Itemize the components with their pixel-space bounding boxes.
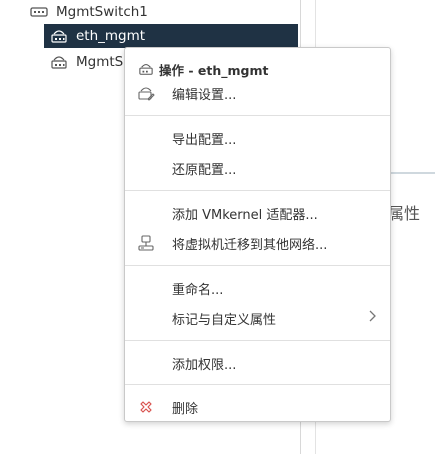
menu-separator <box>125 190 390 191</box>
menu-item-add-permission[interactable]: 添加权限... <box>125 350 390 376</box>
context-menu: 操作 - eth_mgmt 编辑设置... 导出配置... 还原配置... 添加… <box>124 47 391 422</box>
section-heading-partial: 属性 <box>388 204 421 223</box>
menu-item-label: 添加权限... <box>172 357 237 373</box>
migrate-vm-icon <box>137 234 155 252</box>
menu-item-rename[interactable]: 重命名... <box>125 275 390 301</box>
menu-separator <box>125 265 390 266</box>
menu-item-add-vmkernel[interactable]: 添加 VMkernel 适配器... <box>125 200 390 226</box>
menu-item-label: 标记与自定义属性 <box>172 312 277 328</box>
tree-node-switch[interactable]: MgmtSwitch1 <box>30 0 148 24</box>
menu-header: 操作 - eth_mgmt <box>125 56 390 82</box>
menu-item-migrate-vms[interactable]: 将虚拟机迁移到其他网络... <box>125 230 390 256</box>
tree-node-label: eth_mgmt <box>76 28 146 44</box>
menu-item-label: 还原配置... <box>172 162 237 178</box>
menu-item-label: 添加 VMkernel 适配器... <box>172 207 318 223</box>
menu-item-label: 编辑设置... <box>172 87 237 103</box>
menu-header-label: 操作 - eth_mgmt <box>159 62 269 78</box>
menu-item-delete[interactable]: 删除 <box>125 394 390 420</box>
tab-underline <box>391 172 435 174</box>
menu-item-label: 删除 <box>172 401 199 417</box>
menu-item-restore-config[interactable]: 还原配置... <box>125 155 390 181</box>
menu-item-label: 将虚拟机迁移到其他网络... <box>172 237 328 253</box>
menu-item-export-config[interactable]: 导出配置... <box>125 125 390 151</box>
switch-icon <box>30 3 48 21</box>
tree-node-label: MgmtS <box>76 54 124 70</box>
menu-separator <box>125 115 390 116</box>
menu-item-edit-settings[interactable]: 编辑设置... <box>125 80 390 106</box>
tree-node-portgroup-selected[interactable]: eth_mgmt <box>44 24 298 48</box>
delete-icon <box>137 398 155 416</box>
chevron-right-icon <box>368 310 376 326</box>
menu-separator <box>125 340 390 341</box>
portgroup-icon <box>50 27 68 45</box>
tree-node-portgroup[interactable]: MgmtS <box>50 50 123 74</box>
tree-node-label: MgmtSwitch1 <box>56 4 148 20</box>
menu-item-label: 重命名... <box>172 282 224 298</box>
edit-settings-icon <box>137 84 155 102</box>
menu-item-label: 导出配置... <box>172 132 237 148</box>
menu-item-tags-attributes[interactable]: 标记与自定义属性 <box>125 305 390 331</box>
portgroup-icon <box>137 60 155 78</box>
menu-separator <box>125 384 390 385</box>
portgroup-icon <box>50 53 68 71</box>
page: MgmtSwitch1 eth_mgmt MgmtS 属性 操作 - eth_m… <box>0 0 435 454</box>
